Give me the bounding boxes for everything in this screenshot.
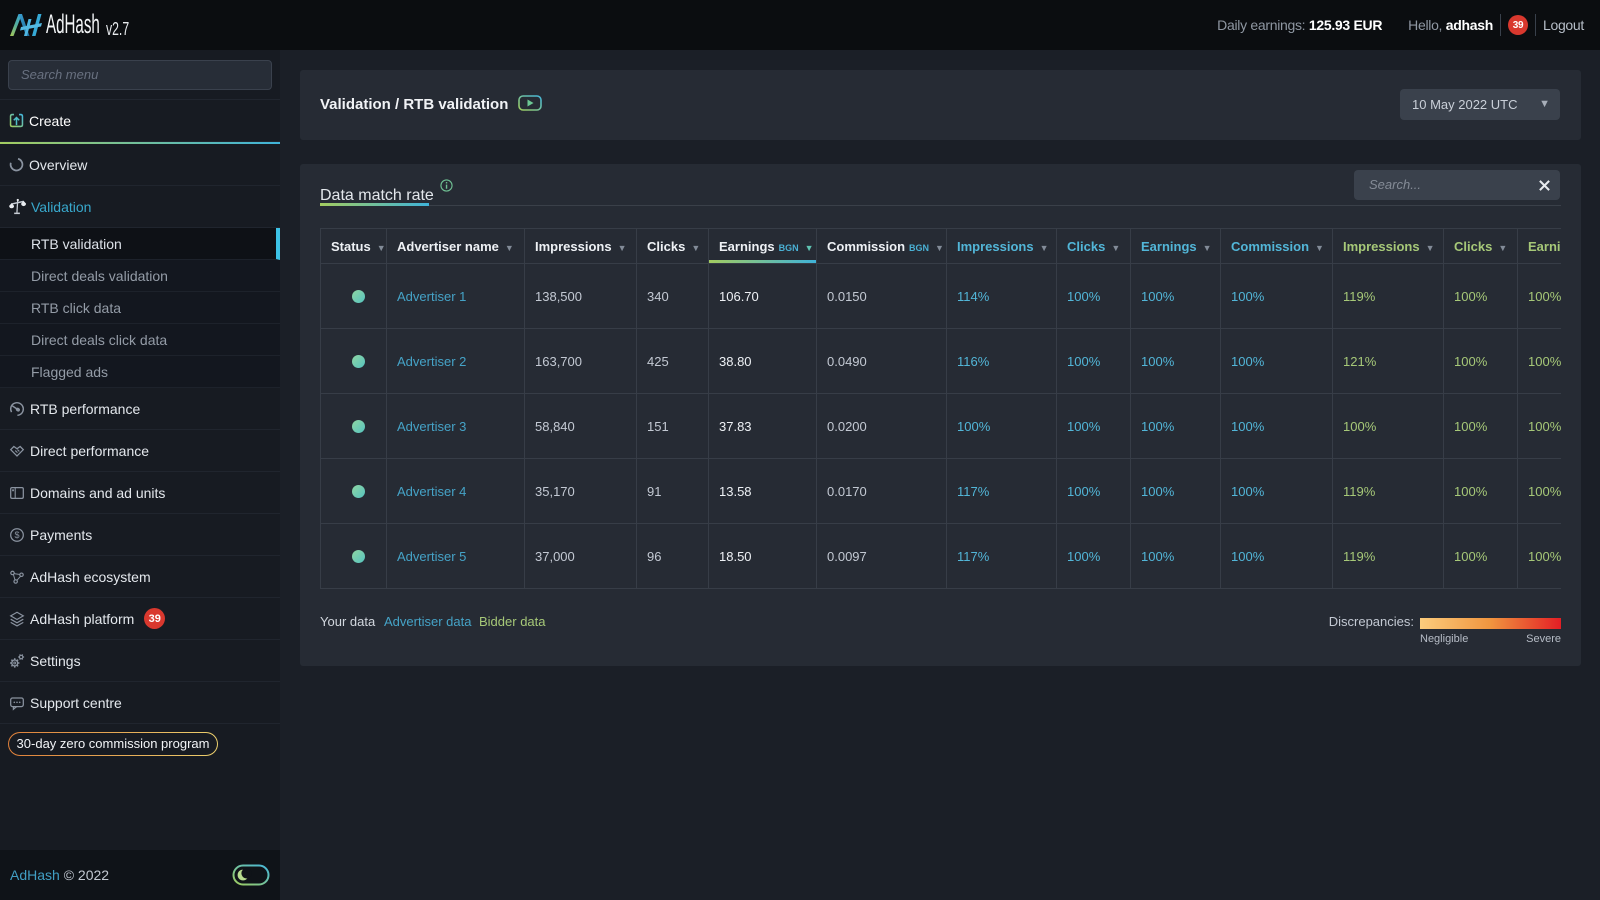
svg-text:$: $ <box>14 530 19 540</box>
